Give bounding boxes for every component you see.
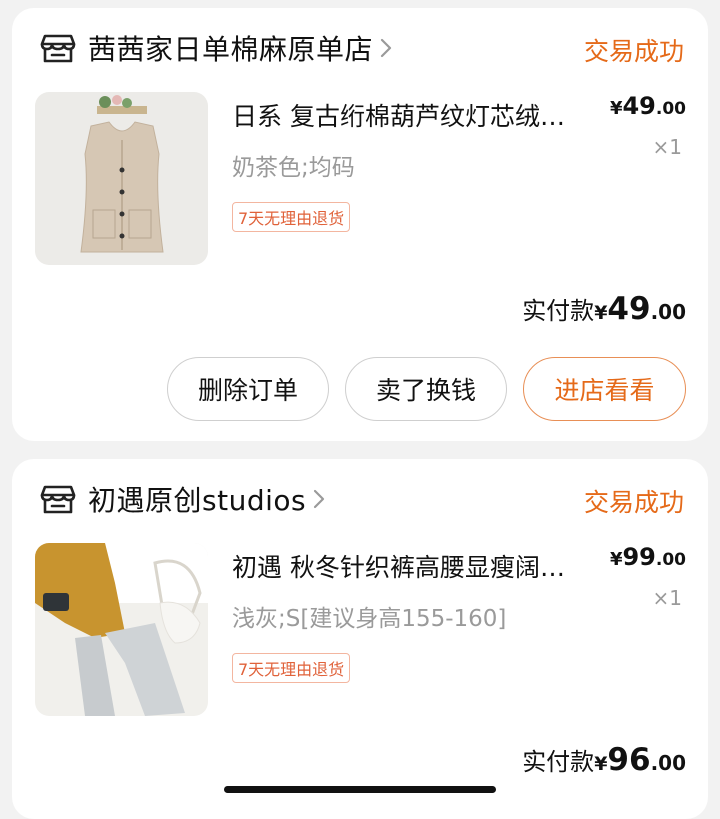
product-variant: 浅灰;S[建议身高155-160]	[232, 606, 507, 632]
product-price: ¥49.00	[610, 92, 686, 120]
shop-header[interactable]: 初遇原创studios	[38, 479, 326, 519]
paid-integer: 96	[607, 742, 651, 778]
store-icon	[38, 28, 78, 68]
visit-shop-button[interactable]: 进店看看	[523, 357, 686, 421]
product-quantity: ×1	[652, 586, 682, 610]
order-card: 茜茜家日单棉麻原单店 交易成功 日系 复古绗棉葫芦纹灯芯绒… 奶茶色;均码 7天…	[12, 8, 708, 441]
paid-amount: 实付款¥49.00	[522, 291, 686, 327]
order-card: 初遇原创studios 交易成功 初遇 秋冬针织裤高腰显瘦阔… 浅灰;S[建议身…	[12, 459, 708, 819]
product-image[interactable]	[35, 543, 208, 716]
product-title[interactable]: 初遇 秋冬针织裤高腰显瘦阔…	[232, 548, 592, 584]
product-title[interactable]: 日系 复古绗棉葫芦纹灯芯绒…	[232, 97, 592, 133]
price-symbol: ¥	[609, 549, 623, 570]
order-status: 交易成功	[583, 37, 684, 66]
price-integer: 49	[622, 92, 656, 120]
chevron-right-icon	[312, 488, 326, 510]
sell-for-money-button[interactable]: 卖了换钱	[345, 357, 507, 421]
paid-symbol: ¥	[594, 753, 608, 775]
paid-decimal: .00	[650, 300, 686, 324]
product-quantity: ×1	[652, 135, 682, 159]
product-image[interactable]	[35, 92, 208, 265]
paid-amount: 实付款¥96.00	[522, 742, 686, 778]
shop-name[interactable]: 茜茜家日单棉麻原单店	[88, 28, 373, 68]
product-price: ¥99.00	[610, 543, 686, 571]
paid-label: 实付款	[522, 748, 595, 776]
store-icon	[38, 479, 78, 519]
delete-order-button[interactable]: 删除订单	[167, 357, 329, 421]
paid-label: 实付款	[522, 297, 595, 325]
product-variant: 奶茶色;均码	[232, 155, 355, 181]
paid-symbol: ¥	[594, 302, 608, 324]
return-policy-badge: 7天无理由退货	[232, 202, 351, 232]
shop-header[interactable]: 茜茜家日单棉麻原单店	[38, 28, 393, 68]
price-symbol: ¥	[609, 98, 623, 119]
price-decimal: .00	[655, 99, 686, 119]
paid-integer: 49	[607, 291, 651, 327]
chevron-right-icon	[379, 37, 393, 59]
price-decimal: .00	[655, 550, 686, 570]
shop-name[interactable]: 初遇原创studios	[88, 479, 306, 519]
order-status: 交易成功	[583, 488, 684, 517]
price-integer: 99	[622, 543, 656, 571]
paid-decimal: .00	[650, 751, 686, 775]
return-policy-badge: 7天无理由退货	[232, 653, 351, 683]
home-indicator[interactable]	[224, 786, 496, 793]
